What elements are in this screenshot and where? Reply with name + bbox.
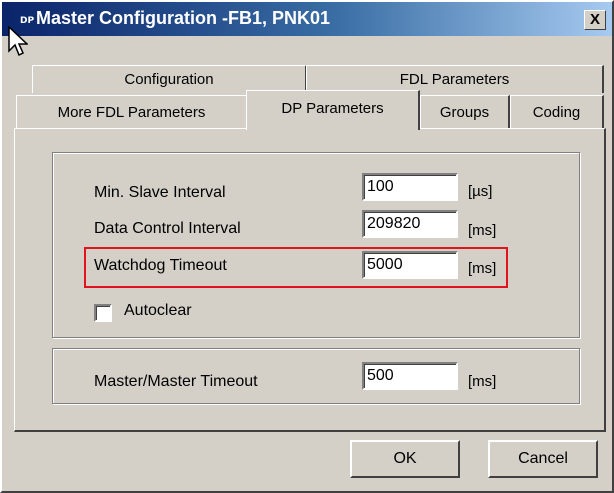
ok-button-label: OK — [393, 450, 417, 467]
data-control-interval-input[interactable] — [362, 210, 458, 238]
tab-label: FDL Parameters — [399, 71, 510, 88]
tab-label: Coding — [532, 104, 581, 121]
tab-dp-parameters[interactable]: DP Parameters — [246, 90, 420, 130]
tab-label: Groups — [439, 104, 490, 121]
watchdog-timeout-label: Watchdog Timeout — [94, 257, 227, 274]
min-slave-interval-label: Min. Slave Interval — [94, 184, 226, 201]
cancel-button-label: Cancel — [518, 450, 568, 467]
tab-configuration[interactable]: Configuration — [32, 65, 307, 93]
window-title: Master Configuration -FB1, PNK01 — [36, 8, 331, 28]
mouse-pointer-icon — [8, 26, 28, 57]
ok-button[interactable]: OK — [350, 440, 460, 478]
tab-groups[interactable]: Groups — [420, 95, 510, 129]
master-master-timeout-unit: [ms] — [468, 373, 497, 390]
tab-fdl-parameters[interactable]: FDL Parameters — [306, 65, 604, 93]
tab-coding[interactable]: Coding — [510, 95, 604, 129]
min-slave-interval-input[interactable] — [362, 173, 458, 201]
autoclear-checkbox[interactable] — [94, 304, 112, 322]
tab-label: DP Parameters — [281, 100, 384, 117]
close-icon: X — [589, 11, 600, 28]
title-bar[interactable]: DP Master Configuration -FB1, PNK01 X — [2, 2, 612, 36]
close-button[interactable]: X — [584, 10, 606, 30]
min-slave-interval-unit: [µs] — [468, 183, 493, 200]
data-control-interval-unit: [ms] — [468, 222, 497, 239]
master-master-timeout-input[interactable] — [362, 362, 458, 390]
master-master-timeout-label: Master/Master Timeout — [94, 373, 258, 390]
autoclear-label: Autoclear — [124, 302, 192, 319]
tab-label: More FDL Parameters — [57, 104, 206, 121]
watchdog-timeout-unit: [ms] — [468, 260, 497, 277]
dp-app-icon: DP — [20, 16, 35, 26]
tab-label: Configuration — [124, 71, 214, 88]
watchdog-timeout-input[interactable] — [362, 251, 458, 279]
cancel-button[interactable]: Cancel — [488, 440, 598, 478]
data-control-interval-label: Data Control Interval — [94, 220, 241, 237]
master-configuration-dialog: DP Master Configuration -FB1, PNK01 X Co… — [0, 0, 614, 493]
tab-more-fdl-parameters[interactable]: More FDL Parameters — [16, 95, 248, 129]
